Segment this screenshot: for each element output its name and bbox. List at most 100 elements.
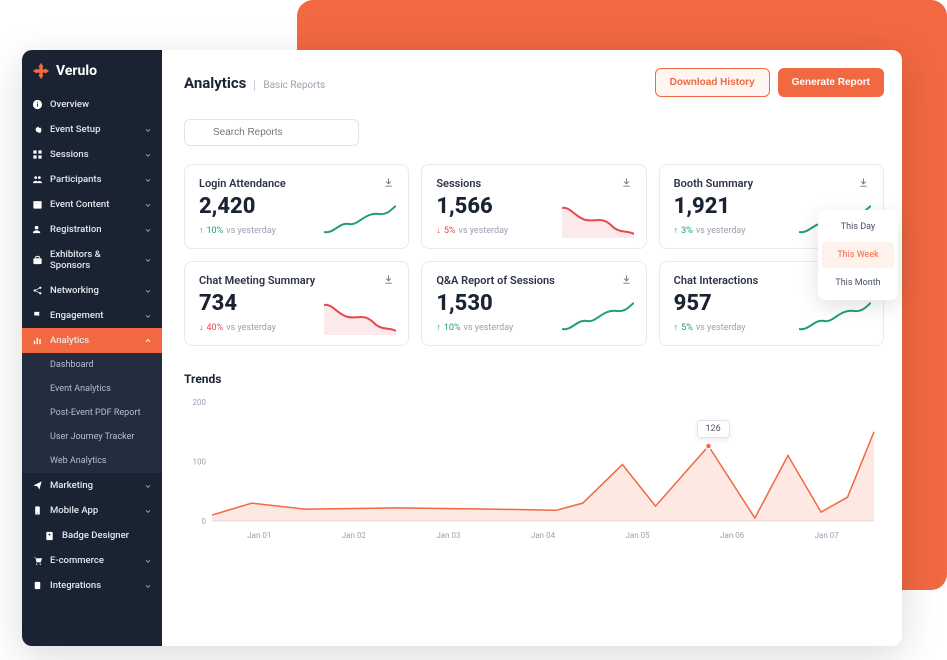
sidebar-item-mobile-app[interactable]: Mobile App [22,498,162,523]
sidebar-item-label: Event Setup [50,124,137,135]
main-content: Analytics Basic Reports Download History… [162,50,906,646]
search-input[interactable] [184,119,359,146]
sidebar-item-label: Engagement [50,310,137,321]
kpi-card[interactable]: Login Attendance 2,420 ↑ 10% vs yesterda… [184,164,409,249]
arrow-down-icon: ↓ [436,225,441,236]
chevron-down-icon [144,507,152,515]
download-icon[interactable] [621,177,632,188]
cart-icon [32,555,43,566]
svg-text:Jan 06: Jan 06 [720,531,745,540]
delta-vs: vs yesterday [458,226,508,236]
app-window: Verulo Overview Event Setup Sessions Par… [22,50,902,646]
logo[interactable]: Verulo [22,50,162,92]
sub-item-user-journey[interactable]: User Journey Tracker [22,425,162,449]
sidebar-item-label: Marketing [50,480,137,491]
person-add-icon [32,224,43,235]
sidebar-item-label: Integrations [50,580,137,591]
arrow-up-icon: ↑ [199,225,204,236]
arrow-down-icon: ↓ [199,322,204,333]
time-range-popover: This Day This Week This Month [818,210,898,300]
delta-vs: vs yesterday [696,323,746,333]
send-icon [32,480,43,491]
sub-item-dashboard[interactable]: Dashboard [22,353,162,377]
people-icon [32,174,43,185]
sidebar-item-label: Mobile App [50,505,137,516]
chevron-down-icon [144,226,152,234]
mobile-icon [32,505,43,516]
popover-option-week[interactable]: This Week [822,242,894,268]
sidebar-item-overview[interactable]: Overview [22,92,162,117]
sidebar-item-label: Sessions [50,149,137,160]
chevron-up-icon [144,337,152,345]
sidebar-item-analytics[interactable]: Analytics [22,328,162,353]
sidebar-item-event-setup[interactable]: Event Setup [22,117,162,142]
chevron-down-icon [144,126,152,134]
svg-text:Jan 02: Jan 02 [342,531,367,540]
info-icon [32,99,43,110]
download-icon[interactable] [383,177,394,188]
sub-item-post-event-pdf[interactable]: Post-Event PDF Report [22,401,162,425]
download-icon[interactable] [383,274,394,285]
sidebar-item-ecommerce[interactable]: E-commerce [22,548,162,573]
badge-icon [44,530,55,541]
delta-pct: 10% [207,226,224,236]
kpi-card[interactable]: Sessions 1,566 ↓ 5% vs yesterday [421,164,646,249]
sub-item-web-analytics[interactable]: Web Analytics [22,449,162,473]
kpi-card[interactable]: Chat Meeting Summary 734 ↓ 40% vs yester… [184,261,409,346]
sidebar-item-networking[interactable]: Networking [22,278,162,303]
arrow-up-icon: ↑ [674,225,679,236]
sidebar-item-label: Event Content [50,199,137,210]
delta-vs: vs yesterday [464,323,514,333]
page-header: Analytics Basic Reports Download History… [184,68,884,97]
sidebar-item-registration[interactable]: Registration [22,217,162,242]
logo-text: Verulo [56,63,97,79]
card-title: Chat Interactions [674,274,759,287]
delta-pct: 40% [207,323,224,333]
popover-option-day[interactable]: This Day [818,214,898,240]
generate-report-button[interactable]: Generate Report [778,68,884,97]
sidebar-item-badge-designer[interactable]: Badge Designer [22,523,162,548]
grid-icon [32,149,43,160]
sparkline-up-icon [799,301,871,335]
chevron-down-icon [144,151,152,159]
calendar-icon [32,199,43,210]
sidebar-item-engagement[interactable]: Engagement [22,303,162,328]
gear-icon [32,124,43,135]
sidebar-item-label: Networking [50,285,137,296]
sparkline-up-icon [562,301,634,335]
sidebar-item-integrations[interactable]: Integrations [22,573,162,598]
sidebar: Verulo Overview Event Setup Sessions Par… [22,50,162,646]
bars-icon [32,335,43,346]
delta-vs: vs yesterday [226,226,276,236]
trends-title: Trends [184,372,884,386]
popover-option-month[interactable]: This Month [818,270,898,296]
sidebar-item-label: Analytics [50,335,137,346]
kpi-cards-grid: Login Attendance 2,420 ↑ 10% vs yesterda… [184,164,884,346]
chevron-down-icon [144,557,152,565]
download-icon[interactable] [621,274,632,285]
card-title: Sessions [436,177,481,190]
sidebar-item-sessions[interactable]: Sessions [22,142,162,167]
chart-tooltip: 126 [697,420,730,438]
chevron-down-icon [144,287,152,295]
sidebar-item-event-content[interactable]: Event Content [22,192,162,217]
sidebar-item-participants[interactable]: Participants [22,167,162,192]
arrow-up-icon: ↑ [436,322,441,333]
delta-pct: 3% [681,226,693,236]
kpi-card[interactable]: Q&A Report of Sessions 1,530 ↑ 10% vs ye… [421,261,646,346]
download-icon[interactable] [858,177,869,188]
sidebar-item-exhibitors[interactable]: Exhibitors & Sponsors [22,242,162,278]
svg-text:Jan 03: Jan 03 [436,531,460,540]
trends-chart: 0100200Jan 01Jan 02Jan 03Jan 04Jan 05Jan… [184,396,884,546]
page-subtitle: Basic Reports [254,80,325,91]
sidebar-item-label: Exhibitors & Sponsors [50,249,137,271]
chevron-down-icon [144,201,152,209]
svg-text:Jan 05: Jan 05 [625,531,650,540]
download-history-button[interactable]: Download History [655,68,770,97]
card-title: Q&A Report of Sessions [436,274,554,287]
arrow-up-icon: ↑ [674,322,679,333]
sidebar-item-marketing[interactable]: Marketing [22,473,162,498]
sub-item-event-analytics[interactable]: Event Analytics [22,377,162,401]
chevron-down-icon [144,482,152,490]
sidebar-item-label: E-commerce [50,555,137,566]
